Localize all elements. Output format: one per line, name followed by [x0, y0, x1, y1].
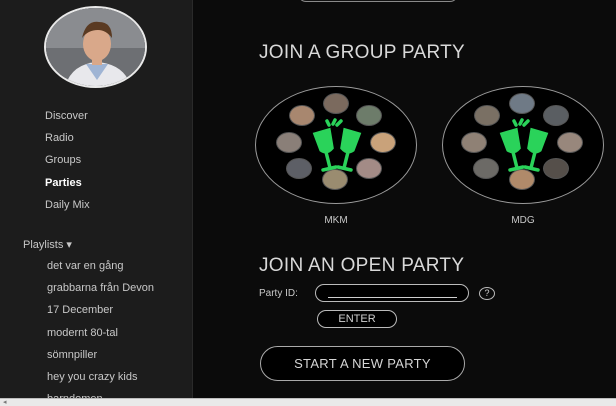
playlist-item[interactable]: modernt 80-tal	[47, 326, 154, 348]
profile-avatar[interactable]	[44, 6, 147, 88]
open-party-heading: JOIN AN OPEN PARTY	[259, 255, 465, 276]
party-id-label: Party ID:	[259, 288, 298, 299]
group-party-mkm[interactable]	[255, 86, 417, 204]
top-search-bar[interactable]	[298, 0, 458, 2]
nav-item-parties[interactable]: Parties	[45, 175, 90, 197]
main-panel: JOIN A GROUP PARTY MKM MDG JOIN AN OPEN …	[194, 0, 616, 398]
member-avatar	[323, 93, 349, 114]
enter-button[interactable]: ENTER	[317, 310, 397, 328]
member-avatar	[276, 132, 302, 153]
champagne-toast-icon	[312, 118, 362, 172]
member-avatar	[461, 132, 487, 153]
group-label-mdg: MDG	[511, 215, 535, 226]
playlist-item[interactable]: det var en gång	[47, 259, 154, 281]
avatar-photo	[46, 8, 145, 86]
group-party-heading: JOIN A GROUP PARTY	[259, 42, 466, 63]
member-avatar	[509, 93, 535, 114]
help-button[interactable]: ?	[479, 287, 495, 300]
scroll-left-arrow-icon[interactable]: ◂	[3, 398, 7, 406]
playlist-item[interactable]: grabbarna från Devon	[47, 281, 154, 303]
nav-item-groups[interactable]: Groups	[45, 152, 90, 174]
playlist-item[interactable]: 17 December	[47, 303, 154, 325]
sidebar: Discover Radio Groups Parties Daily Mix …	[0, 0, 193, 398]
group-label-mkm: MKM	[324, 215, 348, 226]
playlist-item[interactable]: sömnpiller	[47, 348, 154, 370]
start-new-party-button[interactable]: START A NEW PARTY	[260, 346, 465, 381]
playlist-item[interactable]: hey you crazy kids	[47, 370, 154, 392]
main-nav: Discover Radio Groups Parties Daily Mix	[45, 108, 90, 219]
champagne-toast-icon	[499, 118, 549, 172]
nav-item-discover[interactable]: Discover	[45, 108, 90, 130]
playlist-list: det var en gång grabbarna från Devon 17 …	[47, 259, 154, 398]
nav-item-daily-mix[interactable]: Daily Mix	[45, 197, 90, 219]
group-party-mdg[interactable]	[442, 86, 604, 204]
member-avatar	[370, 132, 396, 153]
nav-item-radio[interactable]: Radio	[45, 130, 90, 152]
party-id-input[interactable]	[315, 284, 469, 302]
playlists-header[interactable]: Playlists ▾	[23, 238, 72, 251]
horizontal-scrollbar[interactable]: ◂	[0, 398, 616, 406]
party-id-underline	[328, 297, 457, 298]
member-avatar	[557, 132, 583, 153]
